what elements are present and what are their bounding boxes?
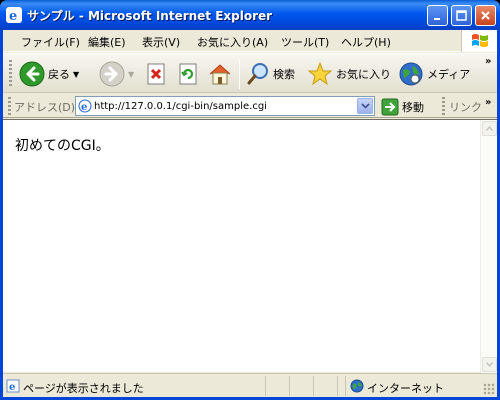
- stop-icon: [147, 63, 165, 85]
- toolbar-separator: [239, 59, 240, 89]
- scroll-down-button[interactable]: [482, 357, 497, 372]
- home-icon: [209, 64, 231, 85]
- internet-zone-globe-icon: [350, 379, 364, 393]
- links-overflow-icon[interactable]: »: [485, 97, 491, 108]
- address-bar: アドレス(D) e 移動 リンク »: [3, 94, 497, 118]
- address-field[interactable]: e: [75, 96, 375, 116]
- refresh-button[interactable]: [177, 63, 199, 85]
- forward-button[interactable]: ▼: [99, 61, 134, 87]
- windows-flag-icon: [471, 34, 488, 47]
- page-content: 初めてのCGI。: [3, 119, 497, 373]
- menu-edit[interactable]: 編集(E): [88, 34, 126, 50]
- status-text: ページが表示されました: [23, 382, 144, 395]
- status-divider: [313, 376, 314, 396]
- status-bar: e ページが表示されました インターネット: [3, 373, 497, 397]
- scroll-up-button[interactable]: [482, 121, 497, 136]
- status-divider: [289, 376, 290, 396]
- search-button[interactable]: 検索: [246, 62, 295, 86]
- menu-help[interactable]: ヘルプ(H): [341, 34, 391, 50]
- go-button[interactable]: 移動: [381, 98, 424, 116]
- back-label: 戻る: [48, 68, 70, 81]
- title-bar[interactable]: e サンプル - Microsoft Internet Explorer: [0, 0, 500, 30]
- favorites-star-icon: [307, 61, 333, 86]
- menu-view[interactable]: 表示(V): [142, 34, 180, 50]
- links-grip[interactable]: [442, 97, 445, 115]
- close-button[interactable]: [475, 5, 496, 26]
- security-zone-text: インターネット: [367, 382, 444, 395]
- menu-file[interactable]: ファイル(F): [21, 34, 80, 50]
- scroll-up-icon: [486, 126, 493, 131]
- address-label: アドレス(D): [14, 101, 76, 114]
- links-label[interactable]: リンク: [449, 99, 482, 115]
- browser-frame: ファイル(F) 編集(E) 表示(V) お気に入り(A) ツール(T) ヘルプ(…: [3, 30, 497, 397]
- browser-window: e サンプル - Microsoft Internet Explorer ファイ…: [0, 0, 500, 400]
- window-title: サンプル - Microsoft Internet Explorer: [27, 9, 273, 23]
- minimize-button[interactable]: [427, 5, 448, 26]
- ie-page-icon[interactable]: e: [6, 7, 22, 23]
- resize-grip[interactable]: [483, 383, 495, 395]
- stop-button[interactable]: [145, 63, 167, 85]
- media-button[interactable]: メディア: [398, 61, 470, 87]
- go-label: 移動: [402, 101, 424, 114]
- page-done-icon: e: [6, 379, 20, 393]
- page-body-text: 初めてのCGI。: [15, 138, 110, 154]
- status-divider: [265, 376, 266, 396]
- media-globe-icon: [399, 62, 423, 86]
- svg-text:e: e: [9, 9, 17, 22]
- status-divider: [337, 376, 338, 396]
- minimize-icon: [433, 17, 440, 20]
- media-label: メディア: [427, 68, 471, 81]
- chevron-down-icon: [360, 103, 370, 109]
- svg-text:e: e: [81, 102, 87, 113]
- back-dropdown-icon[interactable]: ▼: [73, 70, 79, 79]
- close-icon: [481, 11, 490, 20]
- forward-dropdown-icon[interactable]: ▼: [128, 70, 134, 79]
- toolbar-grip[interactable]: [9, 60, 12, 88]
- menu-favorites[interactable]: お気に入り(A): [197, 34, 268, 50]
- back-arrow-icon: [19, 61, 45, 87]
- svg-text:e: e: [9, 382, 15, 393]
- vertical-scrollbar[interactable]: [480, 120, 497, 373]
- forward-arrow-icon: [99, 61, 125, 87]
- search-label: 検索: [273, 68, 295, 81]
- favorites-button[interactable]: お気に入り: [307, 61, 391, 87]
- ie-page-icon: e: [78, 99, 92, 113]
- status-divider: [345, 376, 346, 396]
- refresh-icon: [179, 63, 197, 85]
- go-arrow-icon: [381, 98, 399, 116]
- search-icon: [247, 63, 268, 85]
- windows-flag-logo: [461, 30, 497, 52]
- menu-tools[interactable]: ツール(T): [281, 34, 329, 50]
- address-input[interactable]: [94, 98, 356, 114]
- toolbar-overflow-icon[interactable]: »: [485, 56, 491, 67]
- maximize-button[interactable]: [451, 5, 472, 26]
- maximize-icon: [456, 10, 467, 21]
- address-dropdown-button[interactable]: [357, 98, 373, 114]
- menu-bar: ファイル(F) 編集(E) 表示(V) お気に入り(A) ツール(T) ヘルプ(…: [3, 30, 497, 52]
- favorites-label: お気に入り: [336, 68, 391, 81]
- scroll-down-icon: [486, 362, 493, 367]
- standard-toolbar: 戻る ▼ ▼ 検索 お気に入り メディア »: [3, 53, 497, 93]
- address-grip[interactable]: [8, 97, 11, 115]
- back-button[interactable]: 戻る ▼: [19, 61, 79, 87]
- home-button[interactable]: [208, 62, 232, 86]
